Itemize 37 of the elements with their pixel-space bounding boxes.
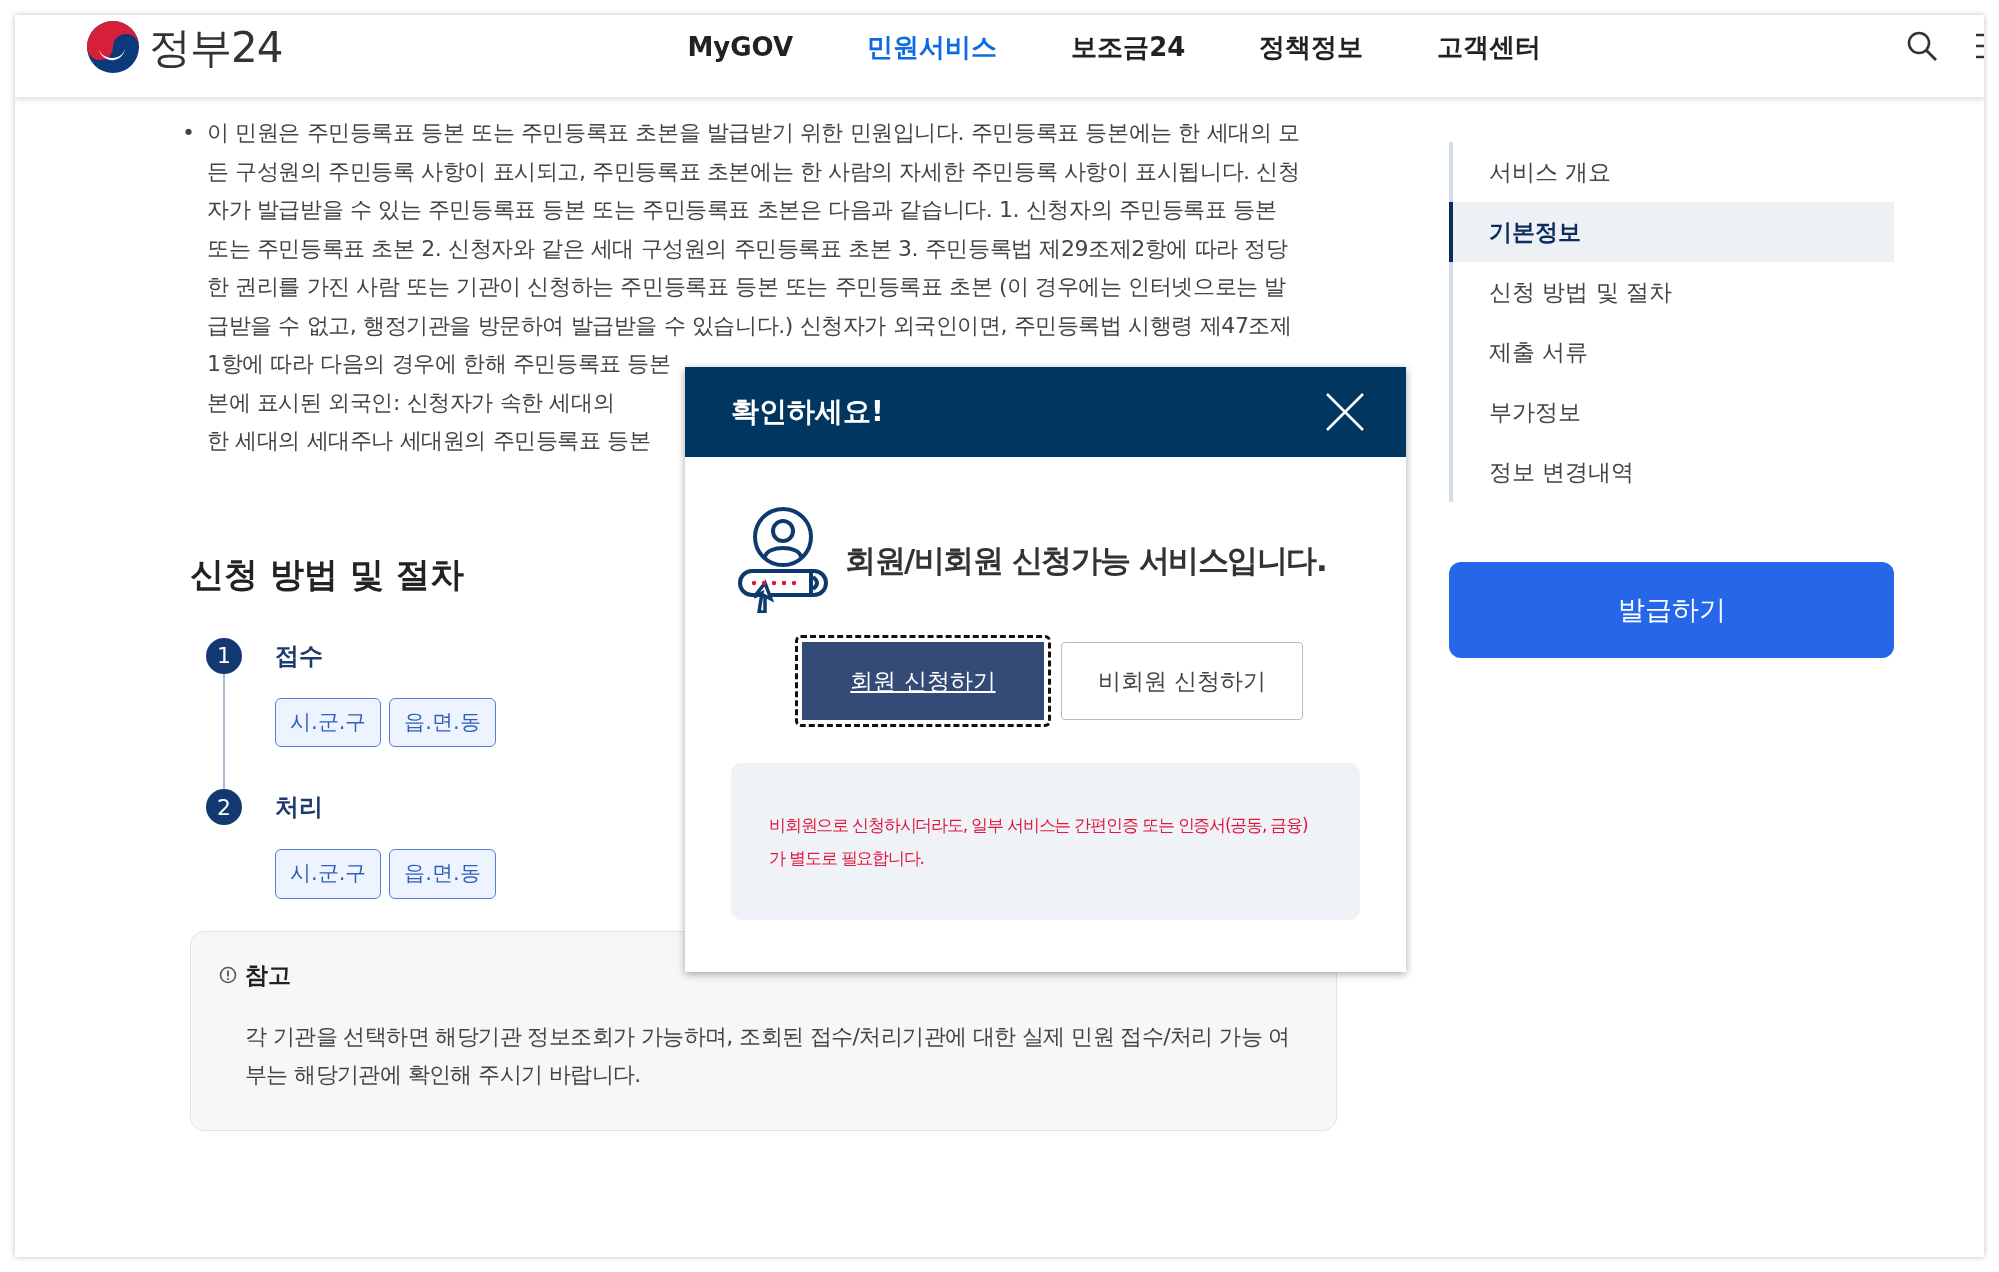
nav-tab[interactable]: MyGOV bbox=[650, 27, 831, 67]
info-icon bbox=[219, 965, 237, 984]
agency-tag[interactable]: 시.군.구 bbox=[275, 849, 382, 899]
sidebar-item[interactable]: 정보 변경내역 bbox=[1449, 442, 1894, 502]
nav-tab[interactable]: 정책정보 bbox=[1222, 27, 1401, 67]
close-icon[interactable] bbox=[1326, 393, 1364, 431]
nav-tab[interactable]: 고객센터 bbox=[1400, 27, 1579, 67]
agency-tag[interactable]: 읍.면.동 bbox=[389, 697, 496, 747]
step-number: 2 bbox=[206, 789, 242, 825]
modal-message: 회원/비회원 신청가능 서비스입니다. bbox=[845, 540, 1327, 580]
search-icon[interactable] bbox=[1906, 30, 1938, 62]
bullet-mark: • bbox=[182, 119, 196, 147]
description-text: 1항에 따라 다음의 경우에 한해 주민등록표 등본 본에 표시된 외국인: 신청자가 속한 세대의 한 세대의 세대주나 세대원의 주민등록표 등본 bbox=[207, 350, 671, 455]
sidebar-item[interactable]: 부가정보 bbox=[1449, 382, 1894, 442]
step-label: 접수 bbox=[275, 640, 323, 672]
user-password-icon bbox=[737, 507, 829, 613]
sidebar-item[interactable]: 제출 서류 bbox=[1449, 322, 1894, 382]
description-text: 이 민원은 주민등록표 등본 또는 주민등록표 초본을 발급받기 위한 민원입니다. 주민등록표 등본에는 한 세대의 모 든 구성원의 주민등록 사항이 표시되고, 주민등록표 초본에는 한 사람의 자세한 주민등록 사항이 표시됩니다. 신청 자가 발급받을 수 있는 주민등록표 등본 또는 주민등록표 초본은 다음과 같습니다. 1. 신청자의 주민등록표 등본 또는 주민등록표 초본 2. 신청자와 같은 세대 구성원의 주민등록표 초본 3. 주민등록법 제29조제2항에 따라 정당 한 권리를 가진 사람 또는 기관이 신청하는 주민등록표 등본 또는 주민등록표 초본 (이 경우에는 인터넷으로는 발 급받을 수 없고, 행정기관을 방문하여 발급받을 수 있습니다.) 신청자가 외국인이면, 주민등록법 시행령 제47조제 bbox=[207, 119, 1300, 340]
issue-button[interactable]: 발급하기 bbox=[1449, 562, 1894, 658]
notice-text: 비회원으로 신청하시더라도, 일부 서비스는 간편인증 또는 인증서(공동, 금융)가 별도로 필요합니다. bbox=[769, 814, 1309, 870]
agency-tag[interactable]: 읍.면.동 bbox=[389, 849, 496, 899]
modal-title: 확인하세요! bbox=[731, 394, 884, 430]
sidebar-item[interactable]: 신청 방법 및 절차 bbox=[1449, 262, 1894, 322]
note-title: 참고 bbox=[245, 960, 291, 990]
logo-text[interactable]: 정부24 bbox=[149, 15, 283, 79]
sidebar-item[interactable]: 서비스 개요 bbox=[1449, 142, 1894, 202]
member-apply-button[interactable]: 회원 신청하기 bbox=[795, 635, 1051, 727]
agency-tag[interactable]: 시.군.구 bbox=[275, 697, 382, 747]
sidebar-item[interactable]: 기본정보 bbox=[1449, 202, 1894, 262]
guest-apply-button[interactable]: 비회원 신청하기 bbox=[1061, 642, 1303, 720]
step-label: 처리 bbox=[275, 792, 323, 823]
note-text: 각 기관을 선택하면 해당기관 정보조회가 가능하며, 조회된 접수/처리기관에 대한 실제 민원 접수/처리 가능 여부는 해당기관에 확인해 주시기 바랍니다. bbox=[245, 1023, 1291, 1089]
nav-tab[interactable]: 보조금24 bbox=[1034, 27, 1223, 67]
step-number: 1 bbox=[206, 637, 242, 674]
section-title: 신청 방법 및 절차 bbox=[190, 552, 464, 596]
logo-icon[interactable] bbox=[85, 19, 141, 75]
nav-tab[interactable]: 민원서비스 bbox=[830, 27, 1035, 67]
